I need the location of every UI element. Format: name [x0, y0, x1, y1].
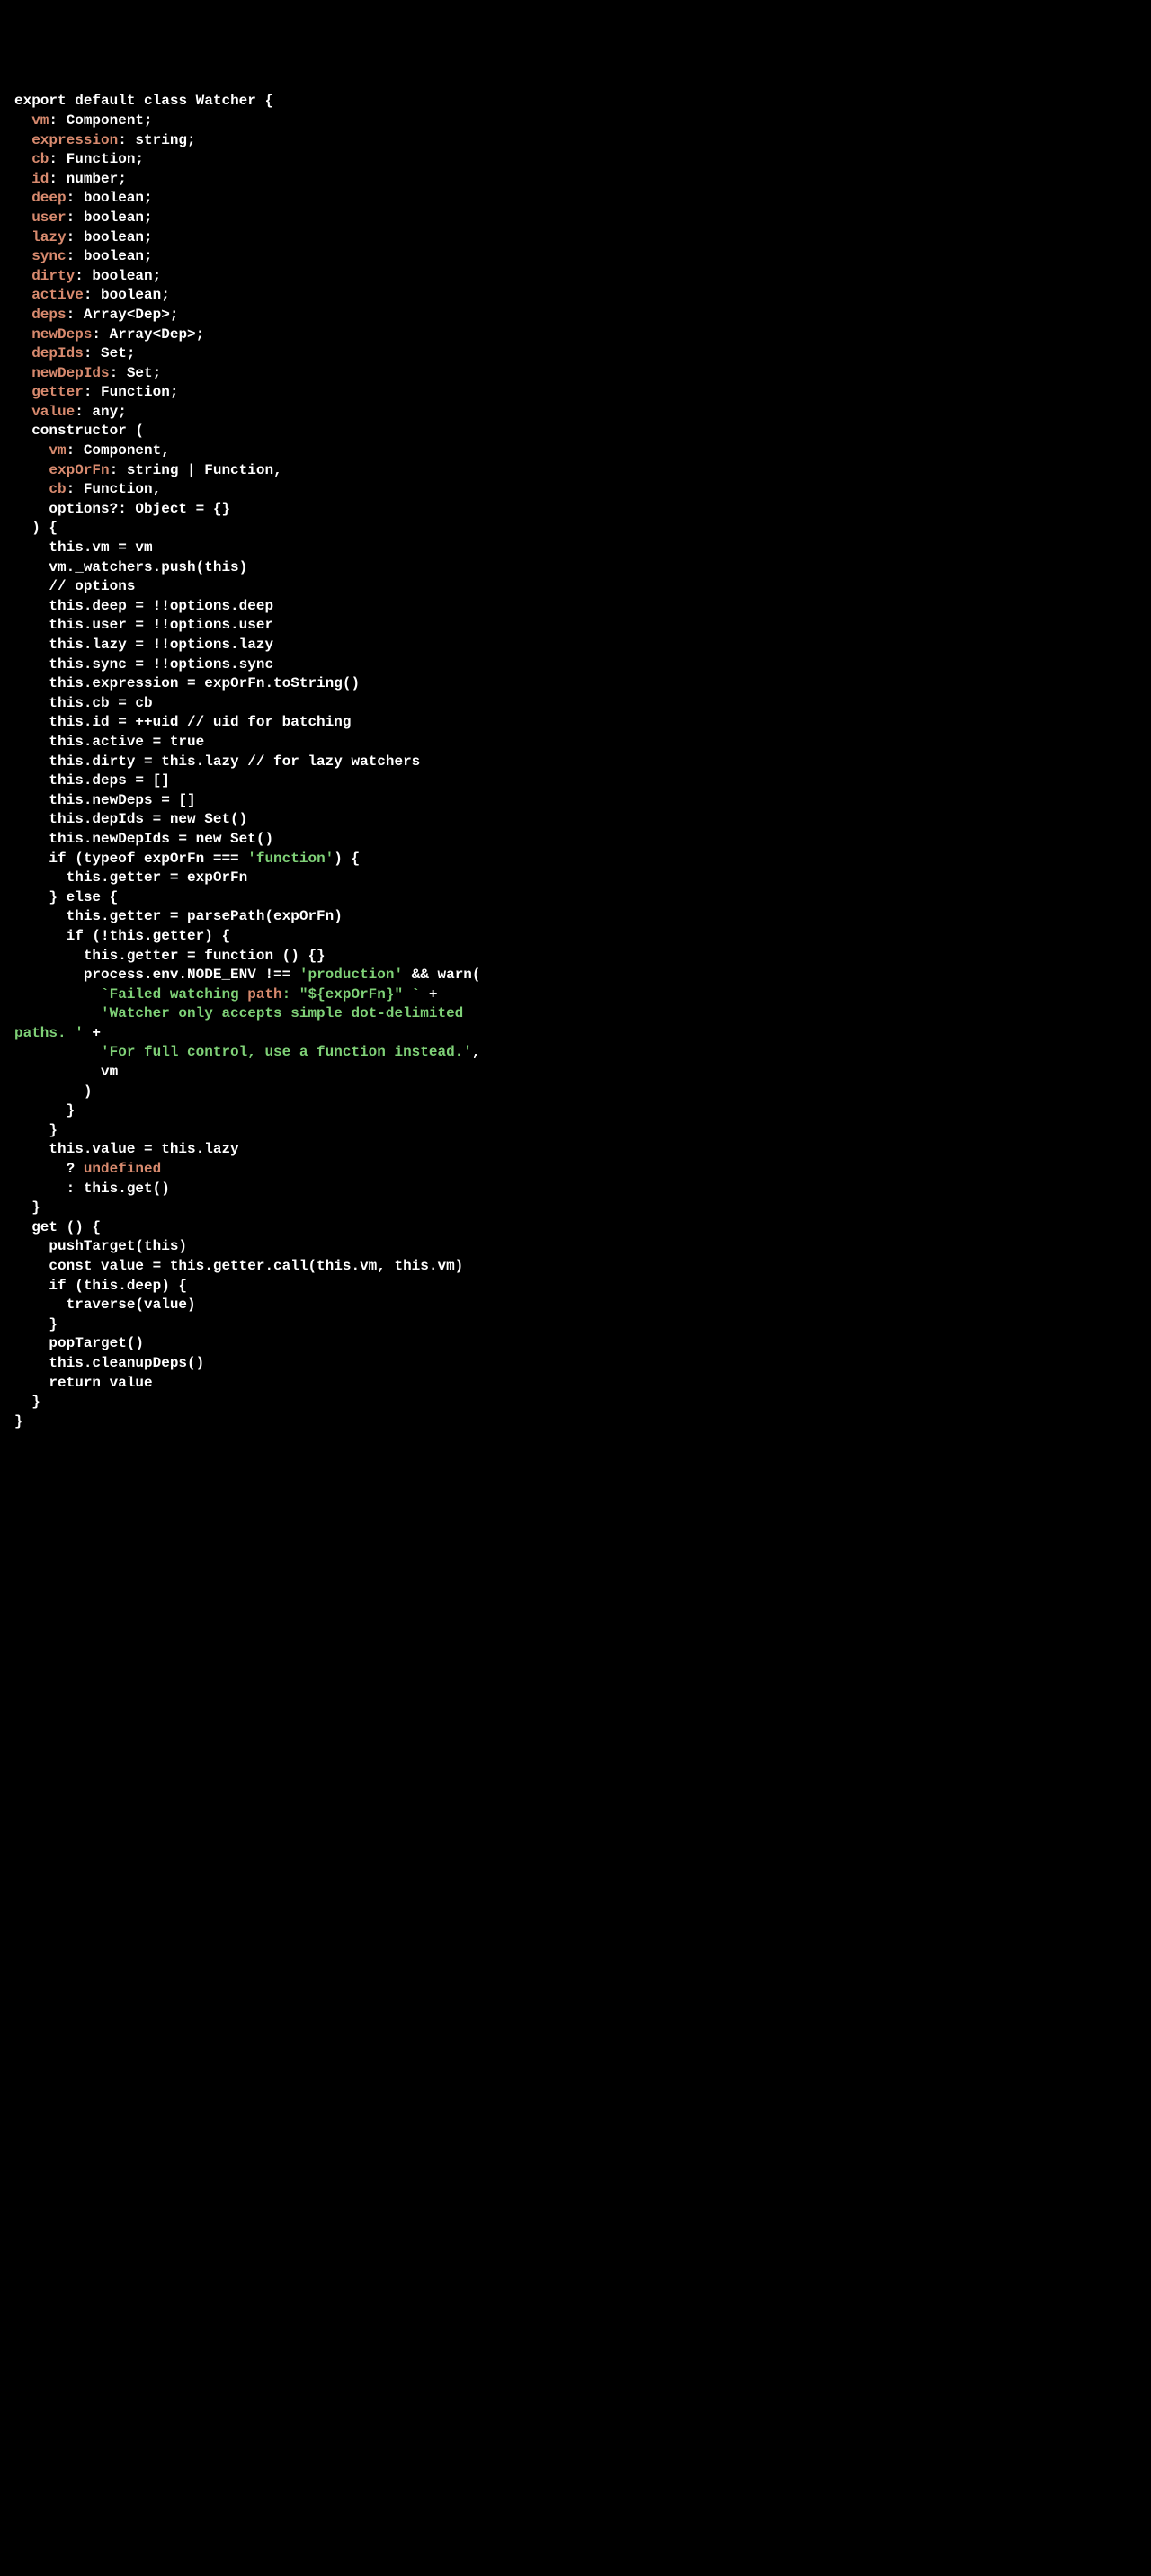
line-depIds: this.depIds = new Set() [49, 811, 247, 827]
line-env: process.env.NODE_ENV !== [84, 967, 299, 983]
kw-default: default [75, 93, 135, 109]
line-deep: this.deep = !!options.deep [49, 598, 273, 614]
string-failed-watching: `Failed watching [101, 986, 247, 1003]
string-full-control: 'For full control, use a function instea… [101, 1044, 472, 1060]
prop-getter: getter [31, 384, 84, 400]
line-else: } else { [49, 889, 118, 905]
prop-deep: deep [31, 190, 66, 206]
line-this-vm: this.vm = vm [49, 539, 152, 556]
line-deps: this.deps = [] [49, 772, 169, 789]
line-return: return value [49, 1375, 152, 1391]
line-expression: this.expression = expOrFn.toString() [49, 675, 360, 691]
brace-open: { [265, 93, 274, 109]
line-noop: this.getter = function () {} [84, 948, 326, 964]
line-pushTarget: pushTarget(this) [49, 1238, 187, 1254]
line-newDepIds: this.newDepIds = new Set() [49, 831, 273, 847]
method-get: get [31, 1219, 58, 1235]
line-active: this.active = true [49, 734, 204, 750]
brace-close: } [14, 1413, 23, 1430]
prop-expression: expression [31, 132, 118, 148]
prop-dirty: dirty [31, 268, 75, 284]
line-tern-get: : this.get() [67, 1181, 170, 1197]
prop-user: user [31, 209, 66, 226]
line-user: this.user = !!options.user [49, 617, 273, 633]
line-push: vm._watchers.push(this) [49, 559, 247, 575]
line-const-value: const value = this.getter.call(this.vm, … [49, 1258, 463, 1274]
kw-export: export [14, 93, 67, 109]
prop-lazy: lazy [31, 229, 66, 245]
string-function: 'function' [247, 851, 334, 867]
kw-class: class [144, 93, 187, 109]
line-traverse: traverse(value) [67, 1297, 196, 1313]
prop-cb: cb [31, 151, 49, 167]
prop-active: active [31, 287, 84, 303]
param-options: options? [49, 501, 118, 517]
line-if-deep: if (this.deep) { [49, 1278, 187, 1294]
prop-newDepIds: newDepIds [31, 365, 109, 381]
code-block: export default class Watcher { vm: Compo… [14, 92, 1137, 1431]
line-if-typeof: if (typeof expOrFn === [49, 851, 247, 867]
line-value: this.value = this.lazy [49, 1141, 238, 1157]
string-paths-cont: paths. ' [14, 1025, 84, 1041]
line-getter-fn: this.getter = expOrFn [67, 869, 248, 886]
line-lazy: this.lazy = !!options.lazy [49, 637, 273, 653]
param-vm: vm [49, 442, 66, 459]
prop-depIds: depIds [31, 345, 84, 361]
kw-constructor: constructor [31, 423, 127, 439]
comment-options: // options [49, 578, 135, 594]
line-cleanupDeps: this.cleanupDeps() [49, 1355, 204, 1371]
prop-vm: vm [31, 112, 49, 129]
prop-value: value [31, 404, 75, 420]
line-cb: this.cb = cb [49, 695, 152, 711]
prop-newDeps: newDeps [31, 326, 92, 343]
type-vm: Component [67, 112, 144, 129]
prop-sync: sync [31, 248, 66, 264]
prop-id: id [31, 171, 49, 187]
line-parsePath: this.getter = parsePath(expOrFn) [67, 908, 343, 924]
line-if-not-getter: if (!this.getter) { [67, 928, 230, 944]
string-production: 'production' [299, 967, 403, 983]
kw-undefined: undefined [84, 1161, 161, 1177]
line-sync: this.sync = !!options.sync [49, 656, 273, 673]
param-cb: cb [49, 481, 66, 497]
line-newDeps: this.newDeps = [] [49, 792, 195, 808]
arg-vm: vm [101, 1064, 118, 1080]
class-name: Watcher [196, 93, 256, 109]
param-expOrFn: expOrFn [49, 462, 109, 478]
string-path: path [247, 986, 281, 1003]
line-dirty: this.dirty = this.lazy // for lazy watch… [49, 753, 420, 770]
line-popTarget: popTarget() [49, 1335, 144, 1351]
line-id: this.id = ++uid // uid for batching [49, 714, 351, 730]
prop-deps: deps [31, 307, 66, 323]
string-watcher-accepts: 'Watcher only accepts simple dot-delimit… [101, 1005, 472, 1021]
